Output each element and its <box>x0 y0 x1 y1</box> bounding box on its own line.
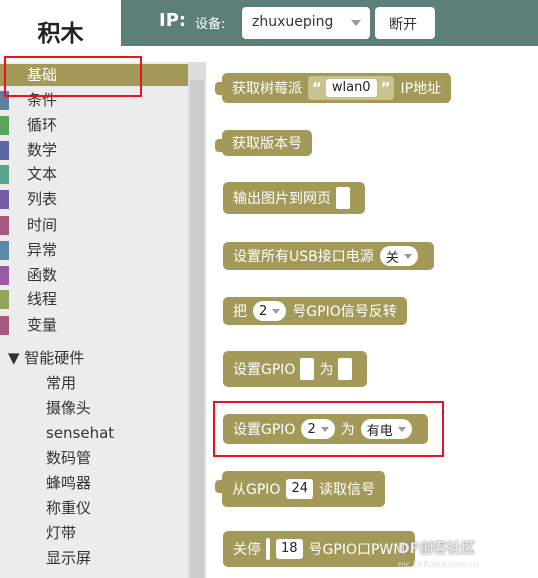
block-gpio-toggle[interactable]: 把 2 号GPIO信号反转 <box>223 297 407 325</box>
block-stop-pwm[interactable]: 关停 18 号GPIO口PWM <box>223 531 416 567</box>
hardware-item-common[interactable]: 常用 <box>46 372 76 394</box>
watermark: DF创客社区 <box>398 541 476 557</box>
category-text[interactable]: 文本 <box>0 163 188 185</box>
category-label: 文本 <box>27 165 58 183</box>
block-set-gpio-value[interactable]: 设置GPIO 为 <box>223 351 368 387</box>
device-select[interactable]: zhuxueping <box>242 7 370 39</box>
quote-open-icon: “ <box>312 79 322 97</box>
hardware-item-display[interactable]: 显示屏 <box>46 547 91 569</box>
category-swatch <box>0 216 9 235</box>
category-panel: 基础 条件 循环 数学 文本 列表 时间 异常 函数 线程 变量 ▼ 智能硬件 … <box>0 62 188 578</box>
block-label: 获取版本号 <box>232 136 302 152</box>
category-swatch <box>0 266 9 285</box>
block-label: 设置GPIO <box>233 362 296 378</box>
block-label: 设置所有USB接口电源 <box>233 249 374 265</box>
category-label: 循环 <box>27 116 58 134</box>
category-swatch <box>0 116 9 135</box>
hardware-item-scale[interactable]: 称重仪 <box>46 497 91 519</box>
annotation-box-block <box>213 401 444 457</box>
category-swatch <box>0 190 9 209</box>
quote-close-icon: ” <box>380 79 391 97</box>
device-select-value: zhuxueping <box>252 14 334 30</box>
dropdown-value: 关 <box>385 250 399 266</box>
block-label: 号GPIO口PWM <box>308 542 406 558</box>
category-function[interactable]: 函数 <box>0 264 188 286</box>
block-label: 获取树莓派 <box>232 81 302 97</box>
category-list[interactable]: 列表 <box>0 188 188 210</box>
hardware-item-digit-tube[interactable]: 数码管 <box>46 447 91 469</box>
category-label: 变量 <box>27 316 58 334</box>
chevron-down-icon <box>403 253 412 259</box>
ip-label: IP: <box>159 10 187 31</box>
category-swatch <box>0 316 9 335</box>
block-label: 为 <box>319 362 334 378</box>
disconnect-button[interactable]: 断开 <box>375 7 435 39</box>
annotation-box-category <box>4 56 142 97</box>
category-swatch <box>0 165 9 184</box>
value-slot[interactable] <box>336 187 350 209</box>
hardware-item-camera[interactable]: 摄像头 <box>46 397 91 419</box>
usb-power-dropdown[interactable]: 关 <box>379 246 418 266</box>
block-usb-power[interactable]: 设置所有USB接口电源 关 <box>223 242 434 270</box>
device-label: 设备: <box>195 17 226 32</box>
category-swatch <box>0 241 9 260</box>
category-swatch <box>0 141 9 160</box>
block-workspace[interactable]: 获取树莓派 “ wlan0 ” IP地址 获取版本号 输出图片到网页 设置所有U… <box>206 62 538 578</box>
block-label: 关停 <box>233 542 261 558</box>
category-variable[interactable]: 变量 <box>0 314 188 336</box>
category-swatch <box>0 290 9 309</box>
dropdown-value: 2 <box>259 303 268 319</box>
category-label: 异常 <box>27 241 58 259</box>
value-slot[interactable] <box>300 358 315 380</box>
category-thread[interactable]: 线程 <box>0 288 188 310</box>
block-label: 读取信号 <box>319 482 375 498</box>
string-input[interactable]: “ wlan0 ” <box>308 76 395 100</box>
block-label: IP地址 <box>400 81 442 97</box>
hardware-item-sensehat[interactable]: sensehat <box>46 422 114 444</box>
hardware-group-toggle[interactable]: ▼ 智能硬件 <box>8 347 84 369</box>
category-time[interactable]: 时间 <box>0 214 188 236</box>
category-math[interactable]: 数学 <box>0 139 188 161</box>
hardware-item-buzzer[interactable]: 蜂鸣器 <box>46 472 91 494</box>
blocks-panel-title: 积木 <box>0 0 121 62</box>
hardware-item-light-strip[interactable]: 灯带 <box>46 522 76 544</box>
block-label: 从GPIO <box>232 482 281 498</box>
category-label: 线程 <box>27 290 58 308</box>
pwm-pin-number[interactable]: 18 <box>276 539 303 559</box>
chevron-down-icon <box>351 20 361 26</box>
category-label: 列表 <box>27 190 58 208</box>
gpio-pin-number[interactable]: 24 <box>286 479 313 499</box>
block-label: 输出图片到网页 <box>233 191 331 207</box>
block-get-version[interactable]: 获取版本号 <box>215 130 312 156</box>
category-loop[interactable]: 循环 <box>0 114 188 136</box>
value-slot[interactable] <box>266 538 270 560</box>
category-scrollbar-thumb[interactable] <box>190 80 204 578</box>
chevron-down-icon <box>272 308 281 314</box>
block-label: 把 <box>233 304 247 320</box>
gpio-pin-dropdown[interactable]: 2 <box>253 301 287 321</box>
block-label: 号GPIO信号反转 <box>292 304 397 320</box>
block-get-pi-ip[interactable]: 获取树莓派 “ wlan0 ” IP地址 <box>214 73 452 103</box>
string-value[interactable]: wlan0 <box>325 79 377 97</box>
value-slot[interactable] <box>338 358 353 380</box>
block-read-gpio[interactable]: 从GPIO 24 读取信号 <box>215 471 385 507</box>
block-output-image[interactable]: 输出图片到网页 <box>223 182 365 214</box>
watermark-url: mc.DFRobot.com.cn <box>398 560 479 569</box>
category-label: 数学 <box>27 141 58 159</box>
category-exception[interactable]: 异常 <box>0 239 188 261</box>
category-label: 时间 <box>27 216 58 234</box>
category-label: 函数 <box>27 266 58 284</box>
